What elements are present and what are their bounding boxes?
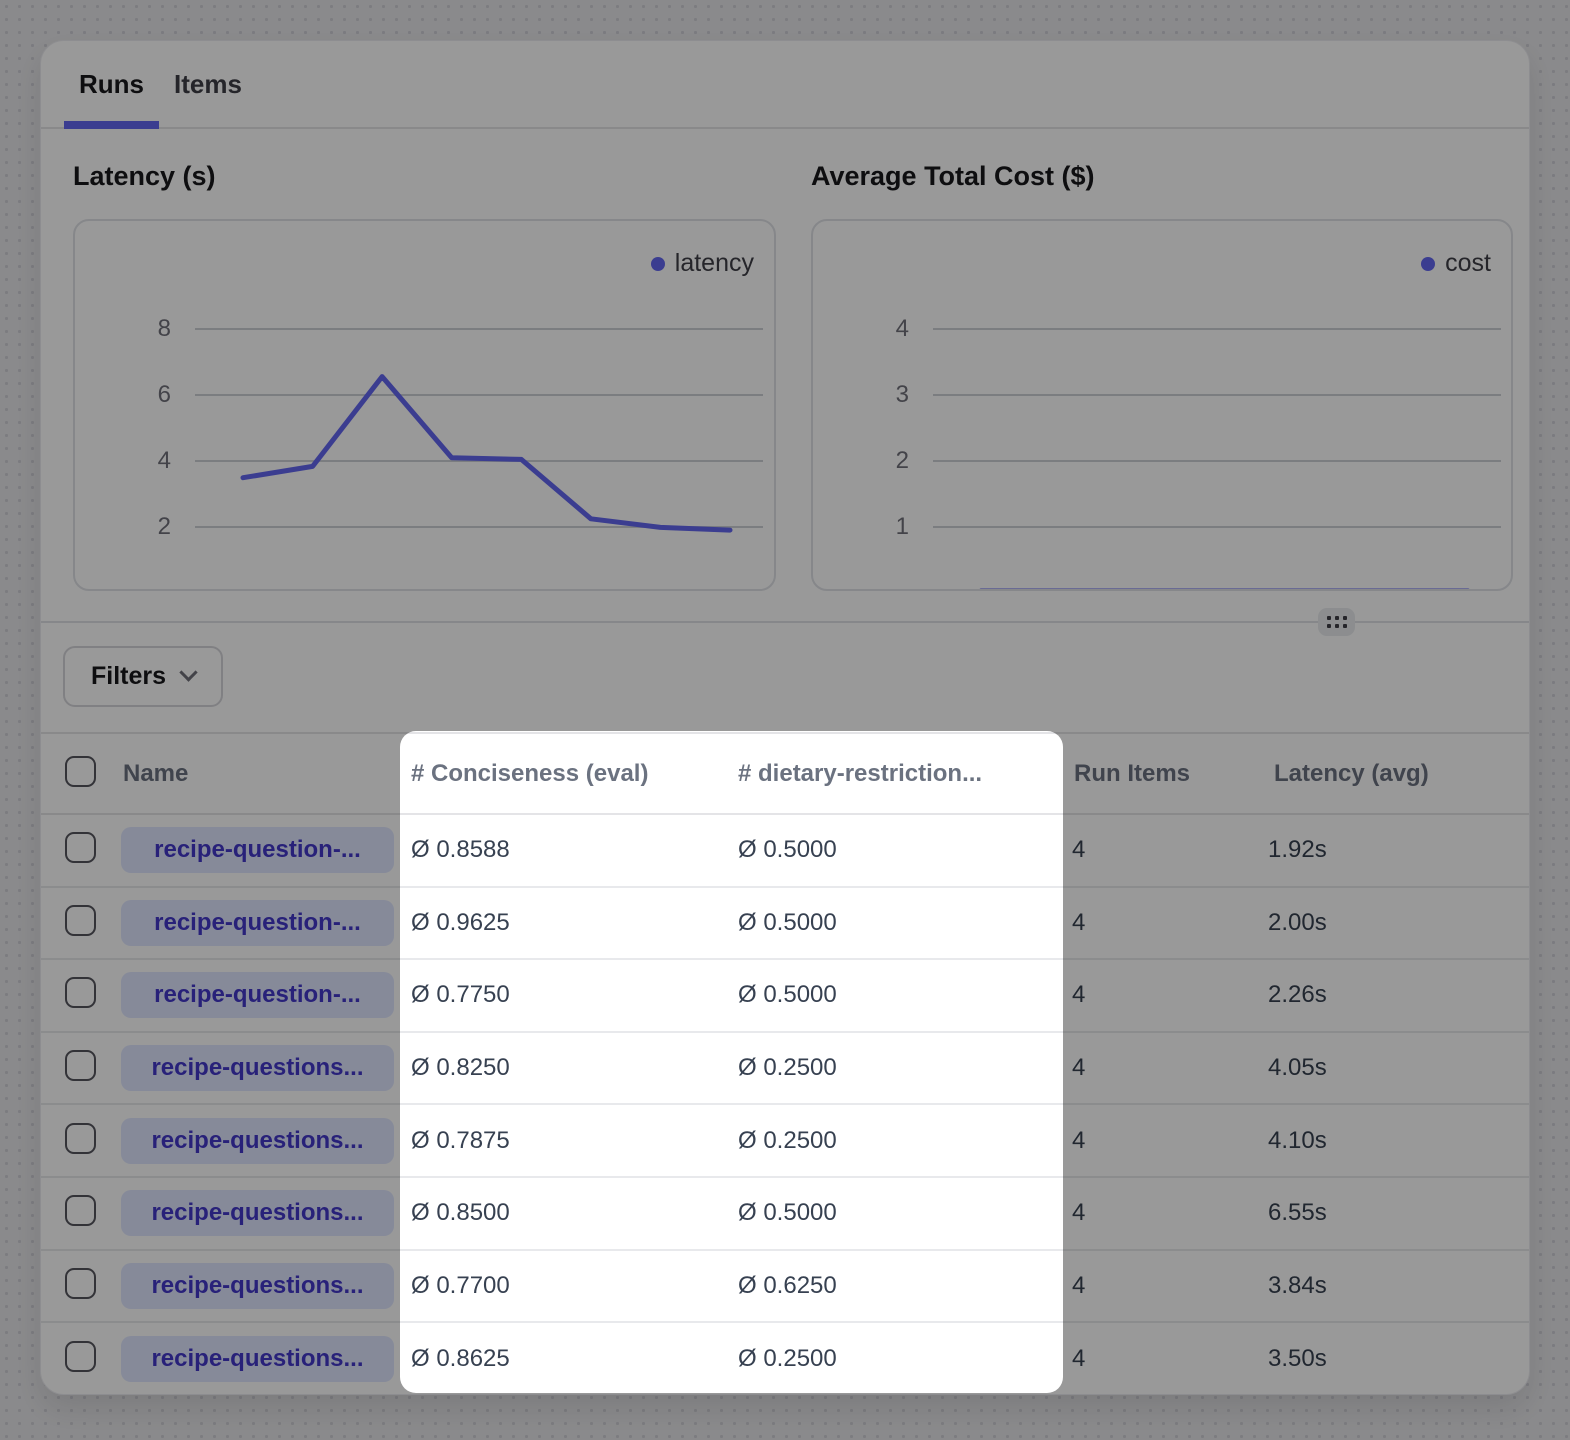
select-all-checkbox[interactable] xyxy=(65,756,96,787)
conciseness-cell: Ø 0.7700 xyxy=(401,1272,728,1300)
conciseness-cell: Ø 0.9625 xyxy=(401,909,728,937)
table-row[interactable]: recipe-questions... Ø 0.7875 Ø 0.2500 4 … xyxy=(41,1105,1529,1178)
run-name-badge[interactable]: recipe-questions... xyxy=(121,1045,394,1091)
table-row[interactable]: recipe-question-... Ø 0.9625 Ø 0.5000 4 … xyxy=(41,888,1529,961)
conciseness-cell: Ø 0.7875 xyxy=(401,1127,728,1155)
latency-legend: latency xyxy=(651,249,754,278)
cost-line-series xyxy=(813,221,1513,591)
dietary-restriction-cell: Ø 0.5000 xyxy=(728,909,1064,937)
run-items-cell: 4 xyxy=(1064,981,1264,1009)
run-items-cell: 4 xyxy=(1064,1199,1264,1227)
row-checkbox[interactable] xyxy=(65,1050,96,1081)
tab-items-label: Items xyxy=(174,69,242,100)
dietary-restriction-cell: Ø 0.5000 xyxy=(728,1199,1064,1227)
latency-legend-label: latency xyxy=(675,249,754,278)
cost-chart-title: Average Total Cost ($) xyxy=(811,161,1095,192)
dietary-restriction-cell: Ø 0.2500 xyxy=(728,1054,1064,1082)
latency-legend-dot-icon xyxy=(651,257,665,271)
column-header-dietary-restriction[interactable]: # dietary-restriction... xyxy=(728,760,1064,788)
dietary-restriction-cell: Ø 0.2500 xyxy=(728,1345,1064,1373)
row-checkbox[interactable] xyxy=(65,1341,96,1372)
run-name-badge[interactable]: recipe-question-... xyxy=(121,827,394,873)
conciseness-cell: Ø 0.8500 xyxy=(401,1199,728,1227)
cost-legend: cost xyxy=(1421,249,1491,278)
latency-avg-cell: 2.00s xyxy=(1264,909,1529,937)
table-row[interactable]: recipe-question-... Ø 0.8588 Ø 0.5000 4 … xyxy=(41,815,1529,888)
latency-chart-title: Latency (s) xyxy=(73,161,216,192)
dietary-restriction-cell: Ø 0.5000 xyxy=(728,981,1064,1009)
chevron-down-icon xyxy=(179,663,197,681)
run-name-badge[interactable]: recipe-questions... xyxy=(121,1118,394,1164)
dataset-card: Runs Items Latency (s) Average Total Cos… xyxy=(40,40,1530,1395)
row-checkbox[interactable] xyxy=(65,977,96,1008)
run-items-cell: 4 xyxy=(1064,1272,1264,1300)
table-row[interactable]: recipe-questions... Ø 0.8250 Ø 0.2500 4 … xyxy=(41,1033,1529,1106)
run-items-cell: 4 xyxy=(1064,836,1264,864)
latency-avg-cell: 4.10s xyxy=(1264,1127,1529,1155)
run-name-badge[interactable]: recipe-question-... xyxy=(121,972,394,1018)
table-body: recipe-question-... Ø 0.8588 Ø 0.5000 4 … xyxy=(41,815,1529,1396)
latency-chart: latency 8642 xyxy=(73,219,776,591)
latency-avg-cell: 1.92s xyxy=(1264,836,1529,864)
app-background: { "tabs": { "items": [ { "label": "Runs"… xyxy=(0,0,1570,1440)
run-name-badge[interactable]: recipe-question-... xyxy=(121,900,394,946)
run-name-badge[interactable]: recipe-questions... xyxy=(121,1336,394,1382)
latency-avg-cell: 2.26s xyxy=(1264,981,1529,1009)
column-header-name[interactable]: Name xyxy=(121,760,401,788)
latency-avg-cell: 4.05s xyxy=(1264,1054,1529,1082)
table-header-row: Name # Conciseness (eval) # dietary-rest… xyxy=(41,734,1529,815)
row-checkbox[interactable] xyxy=(65,1123,96,1154)
table-row[interactable]: recipe-questions... Ø 0.8500 Ø 0.5000 4 … xyxy=(41,1178,1529,1251)
column-header-conciseness[interactable]: # Conciseness (eval) xyxy=(401,760,728,788)
filters-button-label: Filters xyxy=(91,662,166,691)
row-checkbox[interactable] xyxy=(65,832,96,863)
conciseness-cell: Ø 0.8588 xyxy=(401,836,728,864)
latency-avg-cell: 6.55s xyxy=(1264,1199,1529,1227)
column-header-run-items[interactable]: Run Items xyxy=(1064,760,1264,788)
row-checkbox[interactable] xyxy=(65,1195,96,1226)
tab-runs[interactable]: Runs xyxy=(64,41,159,127)
cost-legend-dot-icon xyxy=(1421,257,1435,271)
resize-handle-icon[interactable] xyxy=(1318,608,1355,636)
table-row[interactable]: recipe-question-... Ø 0.7750 Ø 0.5000 4 … xyxy=(41,960,1529,1033)
row-checkbox[interactable] xyxy=(65,905,96,936)
conciseness-cell: Ø 0.8250 xyxy=(401,1054,728,1082)
run-name-badge[interactable]: recipe-questions... xyxy=(121,1263,394,1309)
cost-chart: cost 4321 xyxy=(811,219,1513,591)
table-row[interactable]: recipe-questions... Ø 0.8625 Ø 0.2500 4 … xyxy=(41,1323,1529,1396)
table-row[interactable]: recipe-questions... Ø 0.7700 Ø 0.6250 4 … xyxy=(41,1251,1529,1324)
run-items-cell: 4 xyxy=(1064,1345,1264,1373)
section-divider xyxy=(41,621,1529,623)
row-checkbox[interactable] xyxy=(65,1268,96,1299)
dietary-restriction-cell: Ø 0.2500 xyxy=(728,1127,1064,1155)
run-items-cell: 4 xyxy=(1064,1054,1264,1082)
latency-avg-cell: 3.50s xyxy=(1264,1345,1529,1373)
conciseness-cell: Ø 0.8625 xyxy=(401,1345,728,1373)
run-items-cell: 4 xyxy=(1064,909,1264,937)
runs-table: Name # Conciseness (eval) # dietary-rest… xyxy=(41,732,1529,1396)
dietary-restriction-cell: Ø 0.5000 xyxy=(728,836,1064,864)
tab-items[interactable]: Items xyxy=(159,41,257,127)
filters-button[interactable]: Filters xyxy=(63,646,223,707)
column-header-latency-avg[interactable]: Latency (avg) xyxy=(1264,760,1529,788)
run-name-badge[interactable]: recipe-questions... xyxy=(121,1190,394,1236)
tab-bar: Runs Items xyxy=(41,41,1529,129)
cost-legend-label: cost xyxy=(1445,249,1491,278)
conciseness-cell: Ø 0.7750 xyxy=(401,981,728,1009)
latency-avg-cell: 3.84s xyxy=(1264,1272,1529,1300)
run-items-cell: 4 xyxy=(1064,1127,1264,1155)
dietary-restriction-cell: Ø 0.6250 xyxy=(728,1272,1064,1300)
active-tab-underline xyxy=(64,121,159,129)
tab-runs-label: Runs xyxy=(79,69,144,100)
